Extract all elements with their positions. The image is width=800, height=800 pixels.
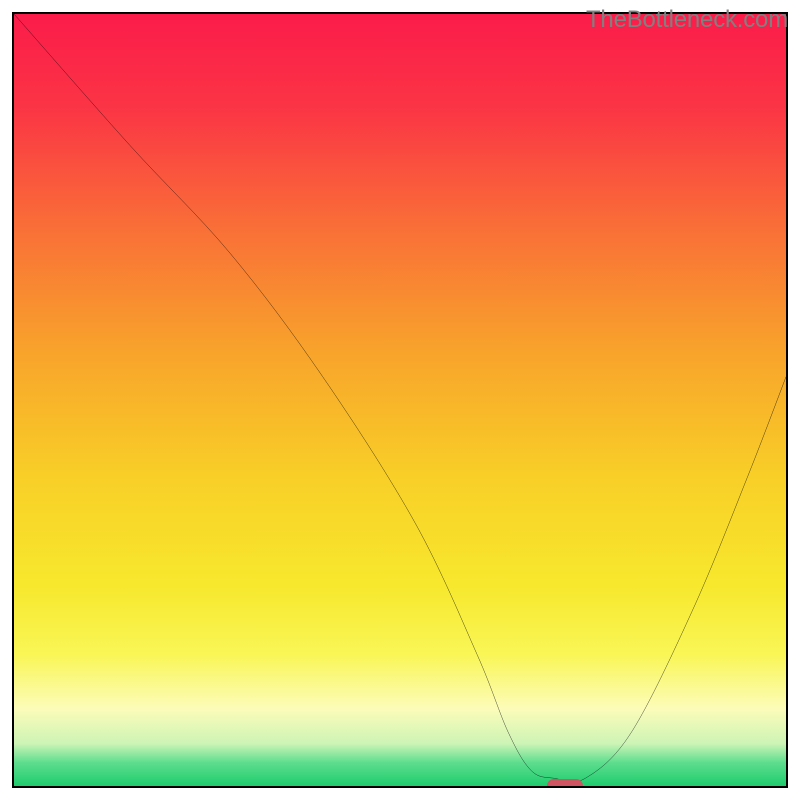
- chart-stage: TheBottleneck.com: [0, 0, 800, 800]
- plot-area: [12, 12, 788, 788]
- watermark-text: TheBottleneck.com: [586, 6, 788, 34]
- optimal-point-marker: [547, 779, 583, 788]
- bottleneck-curve: [14, 14, 786, 786]
